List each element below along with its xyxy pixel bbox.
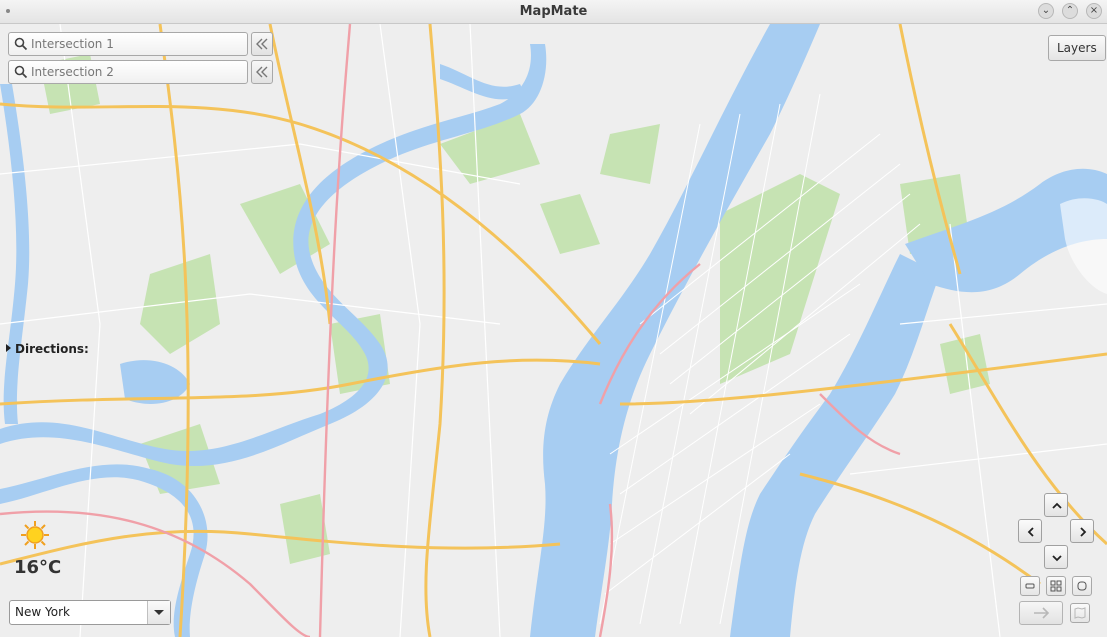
map-view[interactable] <box>0 24 1107 637</box>
pan-down-button[interactable] <box>1044 545 1068 569</box>
intersection-2-field[interactable] <box>8 60 248 84</box>
intersection-1-locate-button[interactable] <box>251 32 273 56</box>
map-icon <box>1074 607 1086 619</box>
chevron-up-icon <box>1052 502 1062 509</box>
grid-icon <box>1050 580 1062 592</box>
pan-right-button[interactable] <box>1070 519 1094 543</box>
pan-up-button[interactable] <box>1044 493 1068 517</box>
minimize-icon[interactable]: ⌄ <box>1038 3 1054 19</box>
layers-button[interactable]: Layers <box>1048 35 1106 61</box>
zoom-out-button[interactable] <box>1020 576 1040 596</box>
chevron-down-icon <box>1052 555 1062 562</box>
intersection-2-input[interactable] <box>31 63 243 81</box>
directions-expander[interactable]: Directions: <box>6 342 89 356</box>
intersection-1-input[interactable] <box>31 35 243 53</box>
maximize-icon[interactable]: ⌃ <box>1062 3 1078 19</box>
directions-label: Directions: <box>15 342 89 356</box>
zoom-in-button[interactable] <box>1072 576 1092 596</box>
city-select[interactable]: New York <box>9 600 171 625</box>
sun-icon <box>21 521 49 549</box>
minus-icon <box>1025 583 1035 589</box>
intersection-1-field[interactable] <box>8 32 248 56</box>
search-icon <box>14 37 28 51</box>
chevron-right-icon <box>1080 527 1087 537</box>
chevron-left-icon <box>1027 527 1034 537</box>
search-icon <box>14 65 28 79</box>
route-forward-button[interactable] <box>1019 601 1063 625</box>
intersection-2-locate-button[interactable] <box>251 60 273 84</box>
route-map-button[interactable] <box>1070 603 1090 623</box>
close-icon[interactable]: × <box>1086 3 1102 19</box>
fit-view-button[interactable] <box>1046 576 1066 596</box>
arrow-right-icon <box>1034 607 1050 619</box>
title-bar: MapMate ⌄ ⌃ × <box>0 0 1107 24</box>
back-arrow-icon <box>256 38 268 50</box>
circle-icon <box>1077 581 1087 591</box>
dropdown-arrow-icon[interactable] <box>147 601 170 624</box>
expander-arrow-icon <box>6 344 11 352</box>
pan-left-button[interactable] <box>1018 519 1042 543</box>
back-arrow-icon <box>256 66 268 78</box>
window-title: MapMate <box>519 4 588 19</box>
map-canvas[interactable] <box>0 24 1107 637</box>
temperature-label: 16°C <box>14 557 62 578</box>
city-select-value: New York <box>15 605 70 619</box>
